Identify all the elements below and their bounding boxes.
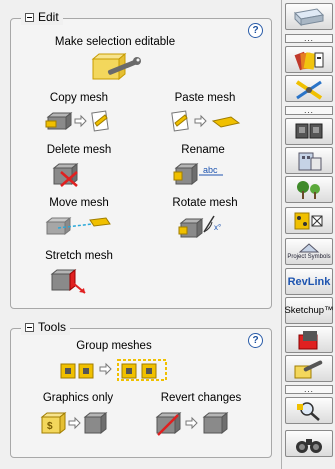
- binoculars-icon: [296, 438, 322, 453]
- search-icon: [297, 401, 320, 421]
- rename-tag-text: abc: [203, 165, 218, 175]
- mesh-tools-panel: Edit ? Make selection editable Copy mesh: [0, 0, 280, 469]
- revert-changes-icon: [155, 411, 229, 436]
- sidebar-materials-button[interactable]: [285, 46, 333, 73]
- mesh-panel-icon: [293, 7, 325, 26]
- rename-button[interactable]: Rename abc: [163, 143, 243, 187]
- rotate-mesh-icon: x°: [178, 215, 221, 239]
- delete-mesh-label: Delete mesh: [46, 144, 112, 156]
- tools-section: Tools ? Group meshes Graphics only $ Rev…: [10, 319, 272, 458]
- sidebar-view-button[interactable]: [285, 430, 333, 457]
- sidebar-search-button[interactable]: [285, 397, 333, 424]
- tool-sidebar: ... ... Project Symbols RevLink Sketchup…: [281, 0, 335, 469]
- move-mesh-label: Move mesh: [49, 197, 109, 209]
- color-swatch-icon: [294, 51, 324, 70]
- wrench-icon: [294, 360, 323, 378]
- copy-mesh-button[interactable]: Copy mesh: [39, 91, 119, 133]
- group-meshes-button[interactable]: Group meshes: [59, 339, 169, 383]
- group-meshes-icon: [60, 359, 167, 381]
- edit-section-title: Edit: [38, 10, 59, 24]
- sidebar-expander-3[interactable]: ...: [285, 385, 333, 394]
- collapse-icon[interactable]: [25, 322, 34, 332]
- building-icon: [298, 152, 322, 170]
- sidebar-plants-button[interactable]: [285, 176, 333, 203]
- sidebar-building-button[interactable]: [285, 147, 333, 174]
- project-symbols-icon: [298, 243, 320, 253]
- revert-changes-label: Revert changes: [160, 392, 242, 404]
- rename-label: Rename: [181, 144, 225, 156]
- rotate-mesh-button[interactable]: Rotate mesh x°: [163, 196, 247, 240]
- group-meshes-label: Group meshes: [76, 340, 152, 352]
- revlink-label: RevLink: [287, 275, 331, 288]
- sidebar-expander-2[interactable]: ...: [285, 106, 333, 115]
- delete-mesh-icon: [52, 162, 79, 187]
- edit-help-icon[interactable]: ?: [248, 23, 263, 38]
- schedule-icon: [294, 212, 323, 229]
- mesh-box-icon: [298, 330, 318, 349]
- sidebar-edit-mesh-button[interactable]: [285, 355, 333, 382]
- sidebar-sketchup-button[interactable]: Sketchup™: [284, 297, 334, 324]
- monitor-icon: [295, 123, 323, 138]
- project-symbols-label: Project Symbols: [287, 254, 331, 260]
- ruler-pencil-icon: [295, 79, 323, 100]
- edit-section: Edit ? Make selection editable Copy mesh: [10, 9, 272, 309]
- sidebar-expander-1[interactable]: ...: [285, 34, 333, 43]
- sidebar-revlink-button[interactable]: RevLink: [285, 268, 333, 295]
- stretch-mesh-icon: [50, 268, 86, 294]
- sidebar-measure-button[interactable]: [285, 75, 333, 102]
- paste-mesh-icon: [171, 110, 241, 132]
- make-selection-editable-button[interactable]: Make selection editable: [47, 35, 183, 83]
- delete-mesh-button[interactable]: Delete mesh: [39, 143, 119, 187]
- paste-mesh-label: Paste mesh: [174, 92, 236, 104]
- rotate-mesh-label: Rotate mesh: [172, 197, 238, 209]
- sketchup-label: Sketchup™: [284, 305, 334, 316]
- sidebar-display-button[interactable]: [285, 118, 333, 145]
- sidebar-mesh-button[interactable]: [285, 3, 333, 30]
- graphics-only-button[interactable]: Graphics only $: [33, 391, 123, 437]
- stretch-mesh-button[interactable]: Stretch mesh: [39, 249, 119, 295]
- sidebar-schedule-button[interactable]: [285, 207, 333, 234]
- edit-section-header[interactable]: Edit: [21, 9, 63, 25]
- rotate-tag-text: x°: [214, 223, 221, 232]
- paste-mesh-button[interactable]: Paste mesh: [163, 91, 247, 133]
- sidebar-project-symbols-button[interactable]: Project Symbols: [285, 238, 333, 265]
- collapse-icon[interactable]: [25, 12, 34, 22]
- svg-text:$: $: [47, 421, 53, 432]
- tools-section-header[interactable]: Tools: [21, 319, 71, 335]
- sidebar-mesh-edit-button[interactable]: [285, 326, 333, 353]
- copy-mesh-label: Copy mesh: [49, 92, 109, 104]
- wrench-box-icon: [91, 53, 141, 81]
- copy-mesh-icon: [45, 110, 109, 132]
- tools-section-title: Tools: [38, 320, 67, 334]
- make-selection-editable-label: Make selection editable: [54, 36, 176, 48]
- tree-icon: [297, 180, 320, 199]
- tools-help-icon[interactable]: ?: [248, 333, 263, 348]
- revert-changes-button[interactable]: Revert changes: [153, 391, 249, 437]
- graphics-only-icon: $: [40, 411, 108, 435]
- stretch-mesh-label: Stretch mesh: [45, 250, 113, 262]
- move-mesh-button[interactable]: Move mesh: [39, 196, 119, 238]
- move-mesh-icon: [45, 216, 111, 236]
- rename-icon: abc: [173, 162, 223, 186]
- graphics-only-label: Graphics only: [42, 392, 114, 404]
